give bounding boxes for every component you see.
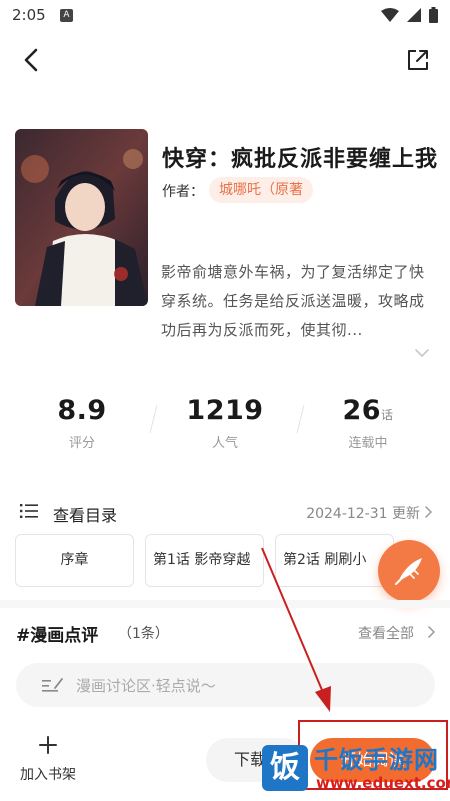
watermark-text: 千饭手游网 (314, 746, 439, 774)
reviews-count: （1条） (118, 626, 169, 642)
list-icon (20, 504, 38, 518)
stat-label: 连载中 (348, 436, 388, 451)
stats-row: 8.9 评分 1219 人气 26话 连载中 (0, 395, 450, 465)
book-title: 快穿：疯批反派非要缠上我 (162, 147, 439, 172)
add-to-shelf-button[interactable]: 加入书架 (12, 736, 84, 786)
stat-label: 人气 (211, 436, 238, 451)
watermark-logo: 饭 (262, 745, 308, 791)
toc-label: 查看目录 (53, 506, 118, 525)
chevron-right-icon (425, 506, 432, 518)
quill-icon (395, 558, 422, 585)
signal-icon (407, 8, 421, 22)
chevron-down-icon[interactable] (414, 347, 430, 359)
view-all-link[interactable]: 查看全部 (358, 623, 414, 643)
write-review-button[interactable] (378, 540, 440, 602)
battery-icon (429, 7, 438, 23)
chapter-item[interactable]: 序章 (15, 534, 134, 587)
plus-icon (39, 736, 57, 754)
divider (149, 405, 158, 433)
chevron-right-icon[interactable] (427, 626, 435, 638)
wifi-icon (381, 8, 399, 22)
stat-value: 26话 (342, 395, 394, 426)
status-time: 2:05 (12, 6, 46, 24)
reviews-title: #漫画点评 (16, 626, 99, 646)
back-arrow-icon[interactable] (16, 44, 48, 76)
divider (296, 405, 305, 433)
comment-placeholder: 漫画讨论区·轻点说～ (76, 677, 216, 695)
toc-row[interactable]: 查看目录 2024-12-31 更新 (0, 498, 450, 528)
watermark-url: www.eduext.com (316, 774, 450, 792)
notification-icon: A (60, 9, 73, 22)
comment-input[interactable]: 漫画讨论区·轻点说～ (16, 663, 435, 707)
update-date: 2024-12-31 更新 (306, 506, 420, 522)
share-icon[interactable] (402, 44, 434, 76)
chapter-item[interactable]: 第2话 刷刷小 (275, 534, 394, 587)
status-bar: 2:05 A (0, 0, 450, 32)
section-separator (0, 600, 450, 608)
synopsis[interactable]: 影帝俞塘意外车祸，为了复活绑定了快穿系统。任务是给反派送温暖，攻略成功后再为反派… (161, 258, 431, 345)
chapter-item[interactable]: 第1话 影帝穿越 (145, 534, 264, 587)
stat-popularity: 1219 人气 (165, 395, 285, 451)
stat-label: 评分 (68, 436, 95, 451)
stat-value: 1219 (186, 395, 264, 426)
watermark: 饭 千饭手游网 www.eduext.com (262, 740, 450, 800)
author-label: 作者： (162, 184, 204, 200)
add-to-shelf-label: 加入书架 (20, 767, 76, 783)
author-chip[interactable]: 城哪吒（原著 (209, 177, 313, 203)
edit-icon (42, 678, 63, 692)
book-cover[interactable] (15, 129, 148, 306)
stat-value: 8.9 (57, 395, 107, 426)
stat-rating: 8.9 评分 (22, 395, 142, 451)
status-icons (381, 7, 438, 23)
stat-episodes: 26话 连载中 (308, 395, 428, 451)
